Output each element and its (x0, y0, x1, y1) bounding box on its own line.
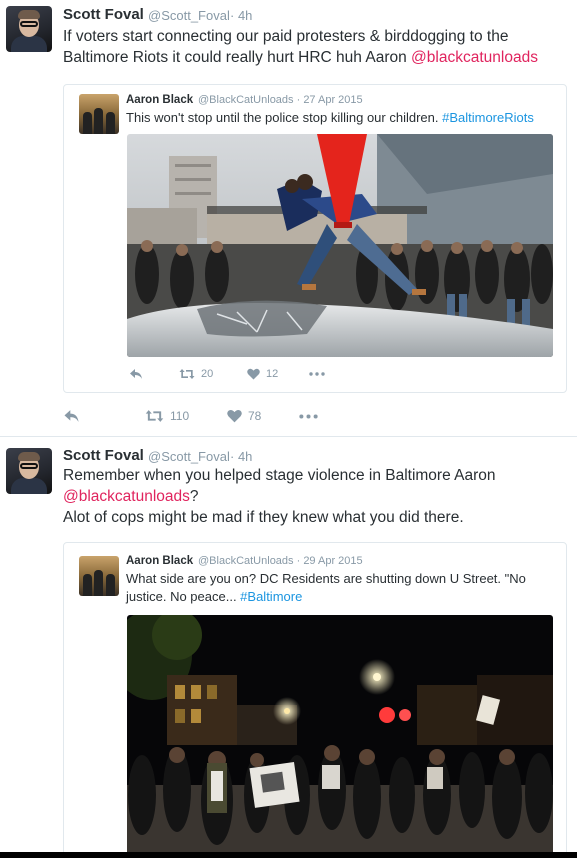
quoted-text-segment: justice. No peace... (126, 589, 241, 604)
quoted-tweet[interactable]: Aaron Black @BlackCatUnloads · 29 Apr 20… (63, 542, 567, 858)
quoted-like-button[interactable]: 12 (247, 368, 309, 380)
reply-button[interactable] (63, 409, 145, 423)
quoted-text: This won't stop until the police stop ki… (126, 109, 556, 127)
tweet-text-line: Remember when you helped stage violence … (63, 467, 496, 484)
tweet-1[interactable]: Scott Foval @Scott_Foval · 4h If voters … (0, 0, 577, 434)
bottom-bar (0, 852, 577, 858)
march-photo[interactable] (127, 615, 553, 855)
quoted-text: What side are you on? DC Residents are s… (126, 570, 556, 606)
retweet-button[interactable]: 110 (145, 409, 227, 423)
quoted-text-line: What side are you on? DC Residents are s… (126, 571, 526, 586)
quoted-reply-button[interactable] (129, 368, 179, 380)
tweet-text-line: @blackcatunloads? (63, 486, 568, 507)
quoted-avatar[interactable] (79, 94, 119, 134)
mention-link[interactable]: @blackcatunloads (63, 488, 190, 505)
quoted-actions: 20 12 (129, 368, 325, 380)
like-count: 78 (248, 409, 262, 423)
quoted-tweet[interactable]: Aaron Black @BlackCatUnloads · 27 Apr 20… (63, 84, 567, 393)
retweet-icon (145, 410, 164, 422)
avatar[interactable] (6, 6, 52, 52)
reply-icon (130, 369, 142, 379)
retweet-count: 110 (170, 409, 190, 423)
heart-icon (247, 368, 260, 380)
tweet-text: Remember when you helped stage violence … (63, 465, 568, 528)
retweet-icon (179, 369, 195, 379)
mention-link[interactable]: @blackcatunloads (411, 49, 538, 66)
tweet-actions: 110 78 (63, 409, 318, 423)
tweet-2[interactable]: Scott Foval @Scott_Foval · 4h Remember w… (0, 437, 577, 858)
quoted-text-segment: This won't stop until the police stop ki… (126, 110, 443, 125)
author-handle[interactable]: @Scott_Foval (148, 449, 230, 464)
heart-icon (227, 410, 242, 423)
tweet-timestamp[interactable]: · 4h (230, 449, 252, 464)
avatar[interactable] (6, 448, 52, 494)
hashtag-link[interactable]: #Baltimore (240, 589, 302, 604)
tweet-text-segment: Baltimore Riots it could really hurt HRC… (63, 49, 412, 66)
hashtag-link[interactable]: #BaltimoreRiots (442, 110, 534, 125)
more-icon (309, 372, 325, 376)
quoted-like-count: 12 (266, 368, 279, 380)
more-button[interactable] (299, 413, 318, 419)
quoted-retweet-count: 20 (201, 368, 214, 380)
quoted-retweet-button[interactable]: 20 (179, 368, 247, 380)
more-icon (299, 413, 318, 419)
quoted-text-line: justice. No peace... #Baltimore (126, 588, 556, 606)
quoted-more-button[interactable] (309, 372, 325, 376)
quoted-author-handle[interactable]: @BlackCatUnloads · 27 Apr 2015 (198, 94, 363, 106)
tweet-text-segment: ? (189, 488, 199, 505)
author-name[interactable]: Scott Foval (63, 6, 144, 23)
quoted-avatar[interactable] (79, 556, 119, 596)
tweet-text-line: Baltimore Riots it could really hurt HRC… (63, 47, 568, 68)
riot-photo[interactable] (127, 134, 553, 357)
riot-photo-image (127, 134, 553, 357)
author-name[interactable]: Scott Foval (63, 447, 144, 464)
tweet-text: If voters start connecting our paid prot… (63, 26, 568, 68)
quoted-author-handle[interactable]: @BlackCatUnloads · 29 Apr 2015 (198, 555, 363, 567)
like-button[interactable]: 78 (227, 409, 299, 423)
quoted-author-name[interactable]: Aaron Black (126, 555, 193, 567)
tweet-text-line: If voters start connecting our paid prot… (63, 28, 509, 45)
march-photo-image (127, 615, 553, 855)
author-handle[interactable]: @Scott_Foval (148, 8, 230, 23)
reply-icon (64, 410, 79, 422)
tweet-timestamp[interactable]: · 4h (230, 8, 252, 23)
quoted-author-name[interactable]: Aaron Black (126, 94, 193, 106)
tweet-text-line: Alot of cops might be mad if they knew w… (63, 509, 464, 526)
